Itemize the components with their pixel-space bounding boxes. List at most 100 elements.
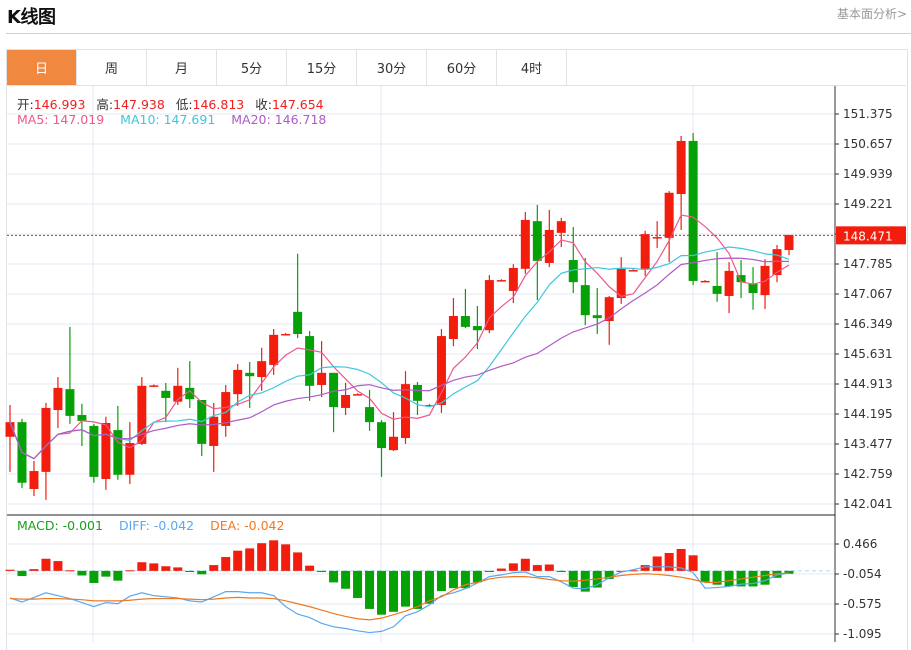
price-tick-label: 142.759	[843, 467, 893, 481]
candle-body	[53, 387, 63, 411]
candle-body	[628, 270, 638, 272]
macd-bar	[544, 564, 554, 571]
candle-body	[772, 249, 782, 276]
candle-body	[484, 280, 494, 331]
macd-bar	[664, 552, 674, 571]
macd-tick-label: -0.575	[843, 597, 882, 611]
macd-bar	[365, 570, 375, 609]
open-label: 开:	[17, 97, 34, 112]
macd-bar	[484, 570, 494, 573]
candle-body	[520, 219, 530, 269]
macd-bar	[341, 570, 351, 589]
candle-body	[377, 422, 387, 449]
candle-body	[700, 280, 710, 283]
macd-bar	[281, 544, 291, 571]
price-tick-label: 144.913	[843, 377, 893, 391]
candle-body	[664, 192, 674, 238]
macd-bar	[652, 556, 662, 571]
candle-body	[412, 384, 422, 401]
candle-body	[580, 285, 590, 316]
price-tick-label: 150.657	[843, 137, 893, 151]
candle-body	[41, 407, 51, 472]
high-label: 高:	[96, 97, 114, 112]
candle-body	[281, 333, 291, 336]
candle-body	[532, 221, 542, 261]
candle-body	[77, 415, 87, 421]
macd-value: MACD: -0.001	[17, 518, 103, 533]
ma20-value: MA20: 146.718	[231, 112, 327, 127]
diff-line	[9, 566, 790, 634]
price-tick-label: 142.041	[843, 497, 893, 511]
price-tick-label: 151.375	[843, 107, 893, 121]
macd-bar	[377, 570, 387, 615]
ma5-line	[9, 214, 790, 460]
candle-body	[688, 140, 698, 281]
candle-body	[101, 422, 111, 479]
macd-bar	[424, 570, 434, 604]
low-label: 低:	[175, 97, 193, 112]
macd-info: MACD: -0.001 DIFF: -0.042 DEA: -0.042	[17, 518, 284, 533]
macd-tick-label: -1.095	[843, 627, 882, 641]
macd-bar	[520, 558, 530, 571]
macd-bar	[724, 570, 734, 587]
candle-body	[472, 326, 482, 331]
dea-line	[9, 572, 790, 621]
candle-body	[353, 394, 363, 396]
macd-bar	[293, 552, 303, 571]
macd-bar	[101, 570, 111, 577]
price-tick-label: 144.195	[843, 407, 893, 421]
price-tick-label: 147.785	[843, 257, 893, 271]
macd-bar	[508, 563, 518, 571]
candle-body	[233, 369, 243, 395]
price-tick-label: 149.939	[843, 167, 893, 181]
macd-bar	[125, 570, 135, 572]
candle-body	[592, 315, 602, 319]
macd-bar	[65, 570, 75, 572]
macd-bar	[17, 570, 27, 577]
macd-bar	[53, 561, 63, 571]
candle-body	[389, 436, 399, 451]
macd-bar	[305, 565, 315, 571]
macd-bar	[448, 570, 458, 589]
macd-tick-label: 0.466	[843, 537, 877, 551]
macd-bar	[412, 570, 422, 609]
candle-body	[365, 407, 375, 423]
candle-body	[400, 384, 410, 439]
candle-body	[724, 270, 734, 296]
ma5-value: MA5: 147.019	[17, 112, 105, 127]
macd-bar	[556, 570, 566, 573]
macd-bar	[221, 557, 231, 571]
macd-bar	[353, 570, 363, 598]
candle-body	[257, 361, 267, 378]
macd-bar	[77, 570, 87, 576]
ma10-value: MA10: 147.691	[120, 112, 216, 127]
macd-bar	[400, 570, 410, 607]
diff-value: DIFF: -0.042	[118, 518, 195, 533]
macd-bar	[389, 570, 399, 612]
macd-bar	[233, 550, 243, 571]
candle-body	[341, 394, 351, 408]
macd-bar	[688, 555, 698, 571]
candle-body	[209, 416, 219, 446]
candle-body	[305, 336, 315, 386]
macd-bar	[185, 570, 195, 573]
macd-bar	[532, 565, 542, 571]
price-tick-label: 145.631	[843, 347, 893, 361]
macd-bar	[209, 565, 219, 571]
macd-bar	[149, 563, 159, 571]
close-label: 收:	[255, 97, 272, 112]
candle-body	[161, 390, 171, 398]
macd-bar	[137, 562, 147, 571]
price-tick-label: 146.349	[843, 317, 893, 331]
macd-bar	[41, 558, 51, 571]
candle-body	[748, 283, 758, 294]
dea-value: DEA: -0.042	[210, 518, 285, 533]
macd-bar	[245, 548, 255, 571]
price-tick-label: 143.477	[843, 437, 893, 451]
candle-body	[29, 471, 39, 489]
candle-body	[448, 316, 458, 339]
candle-body	[245, 372, 255, 377]
candle-body	[640, 234, 650, 269]
candle-body	[317, 372, 327, 385]
ma-info: MA5: 147.019 MA10: 147.691 MA20: 146.718	[17, 112, 326, 127]
